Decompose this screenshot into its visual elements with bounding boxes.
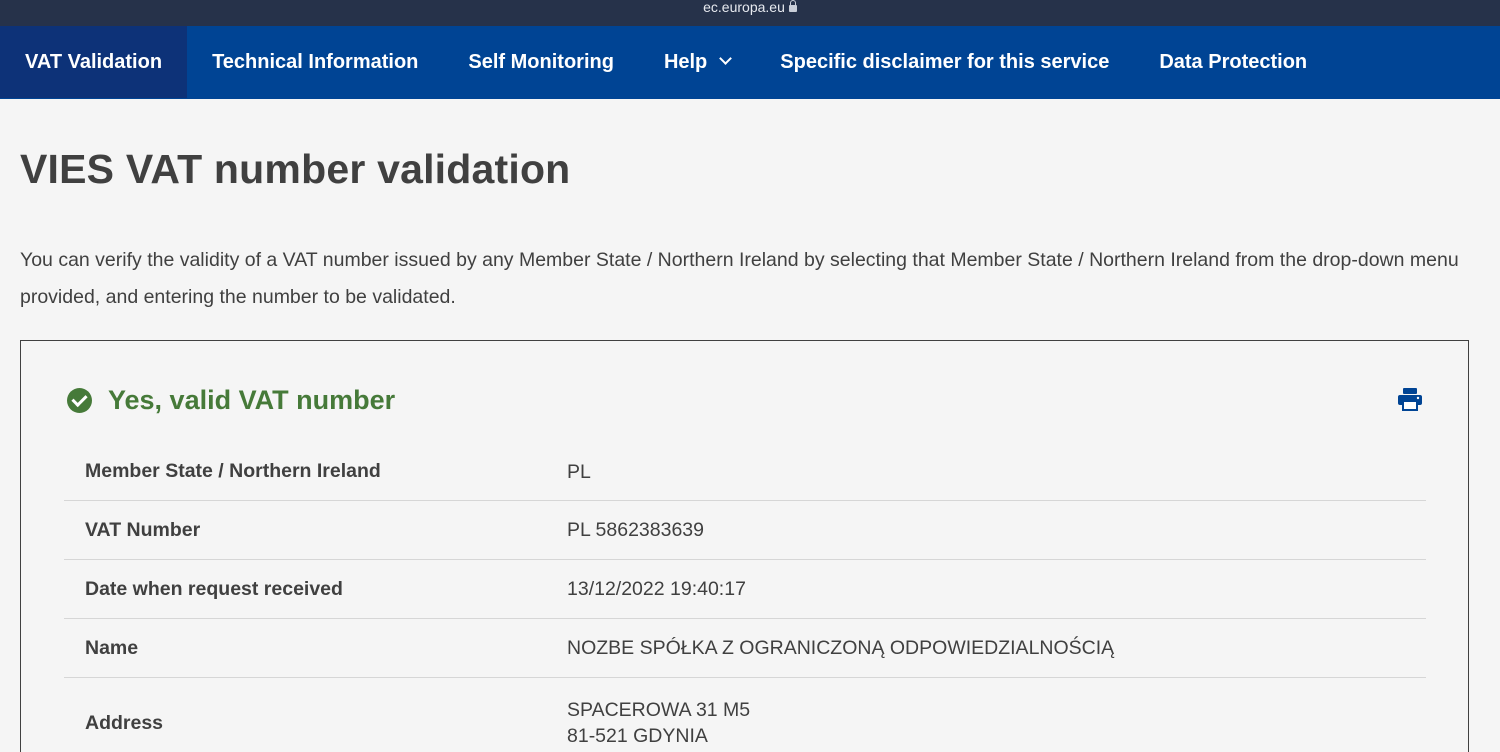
result-details-table: Member State / Northern Ireland PL VAT N… <box>64 443 1426 752</box>
table-row: VAT Number PL 5862383639 <box>64 501 1426 560</box>
nav-label: Specific disclaimer for this service <box>780 50 1110 73</box>
row-value: SPACEROWA 31 M5 81-521 GDYNIA <box>567 699 751 747</box>
nav-label: Technical Information <box>212 50 419 73</box>
table-row: Name NOZBE SPÓŁKA Z OGRANICZONĄ ODPOWIED… <box>64 619 1426 678</box>
result-status: Yes, valid VAT number <box>67 385 395 416</box>
chevron-down-icon <box>719 51 733 65</box>
lock-icon <box>788 0 797 12</box>
browser-url-bar[interactable]: ec.europa.eu <box>0 0 1500 26</box>
table-row: Member State / Northern Ireland PL <box>64 443 1426 501</box>
print-icon[interactable] <box>1397 387 1423 411</box>
nav-label: VAT Validation <box>25 50 163 73</box>
nav-specific-disclaimer[interactable]: Specific disclaimer for this service <box>755 26 1134 98</box>
row-value: PL <box>567 460 591 483</box>
main-navigation: VAT Validation Technical Information Sel… <box>0 26 1500 99</box>
nav-label: Help <box>663 50 708 73</box>
table-row: Date when request received 13/12/2022 19… <box>64 560 1426 619</box>
nav-self-monitoring[interactable]: Self Monitoring <box>443 26 639 98</box>
table-row: Address SPACEROWA 31 M5 81-521 GDYNIA <box>64 678 1426 752</box>
url-text: ec.europa.eu <box>703 0 785 15</box>
page-title: VIES VAT number validation <box>20 146 571 192</box>
row-label: Date when request received <box>85 577 343 600</box>
check-circle-icon <box>67 388 92 413</box>
row-value: PL 5862383639 <box>567 519 704 541</box>
row-label: Address <box>85 711 164 734</box>
nav-data-protection[interactable]: Data Protection <box>1134 26 1332 98</box>
nav-label: Data Protection <box>1159 50 1308 73</box>
intro-text: You can verify the validity of a VAT num… <box>20 249 1459 308</box>
row-label: Member State / Northern Ireland <box>85 460 381 482</box>
validation-result-panel: Yes, valid VAT number Member State / Nor… <box>20 340 1469 752</box>
result-status-text: Yes, valid VAT number <box>108 385 396 415</box>
row-value: NOZBE SPÓŁKA Z OGRANICZONĄ ODPOWIEDZIALN… <box>567 637 1115 659</box>
nav-vat-validation[interactable]: VAT Validation <box>0 26 188 98</box>
nav-label: Self Monitoring <box>468 50 614 73</box>
row-label: VAT Number <box>85 518 201 541</box>
row-label: Name <box>85 636 139 659</box>
row-value: 13/12/2022 19:40:17 <box>567 578 746 600</box>
nav-help[interactable]: Help <box>639 26 755 98</box>
nav-technical-information[interactable]: Technical Information <box>187 26 443 98</box>
